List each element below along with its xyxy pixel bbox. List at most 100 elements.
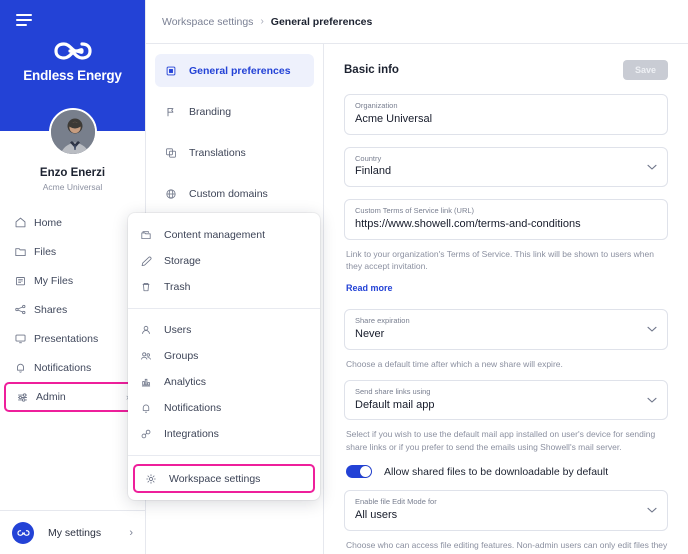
share-icon [14, 303, 31, 316]
chevron-down-icon [647, 326, 657, 333]
storage-icon [140, 255, 156, 267]
app-root: Endless Energy Enzo Enerzi Acme Universa… [0, 0, 688, 554]
field-label: Enable file Edit Mode for [355, 497, 437, 507]
flyout-item-label: Integrations [164, 428, 219, 440]
share-expiration-select[interactable]: Share expiration Never [344, 309, 668, 350]
sidebar-item-label: My Files [34, 274, 74, 287]
settings-nav-label: Custom domains [189, 187, 268, 200]
page-title: Basic info [344, 64, 399, 76]
my-settings-button[interactable]: My settings › [0, 510, 145, 554]
field-value: Default mail app [355, 398, 435, 411]
sidebar-item-shares[interactable]: Shares [0, 295, 145, 324]
field-value: All users [355, 508, 398, 521]
send-share-links-select[interactable]: Send share links using Default mail app [344, 379, 668, 421]
save-button[interactable]: Save [622, 60, 668, 80]
settings-nav-general-preferences[interactable]: General preferences [155, 54, 314, 87]
infinity-logo-icon [51, 38, 95, 64]
downloadable-toggle-row: Allow shared files to be downloadable by… [346, 465, 668, 479]
sidebar-nav: Home Files › My Files Shares [0, 208, 145, 412]
sidebar-item-label: Shares [34, 303, 68, 316]
read-more-link[interactable]: Read more [346, 283, 393, 293]
flyout-item-analytics[interactable]: Analytics [128, 369, 320, 395]
home-icon [14, 216, 31, 229]
presentation-icon [14, 332, 31, 345]
flyout-item-notifications[interactable]: Notifications [128, 395, 320, 421]
sidebar-item-home[interactable]: Home [0, 208, 145, 237]
flyout-item-content-management[interactable]: Content management [128, 222, 320, 248]
groups-icon [140, 350, 156, 362]
edit-mode-select[interactable]: Enable file Edit Mode for All users [344, 490, 668, 531]
content-management-icon [140, 229, 156, 241]
user-name: Enzo Enerzi [39, 167, 106, 179]
field-label: Custom Terms of Service link (URL) [355, 206, 475, 215]
field-value: Acme Universal [355, 112, 433, 125]
sidebar-item-label: Files [34, 245, 57, 258]
flyout-item-label: Analytics [164, 376, 207, 388]
brand-name: Endless Energy [23, 68, 122, 83]
share-expiration-helper-text: Choose a default time after which a new … [346, 358, 563, 369]
field-value: Finland [355, 165, 392, 178]
field-value: Never [355, 327, 385, 340]
field-label: Organization [355, 101, 398, 110]
user-org: Acme Universal [42, 182, 103, 192]
folder-icon [14, 245, 31, 258]
flyout-divider [128, 455, 320, 456]
bell-icon [140, 402, 156, 414]
organization-field[interactable]: Organization Acme Universal [344, 94, 668, 135]
flyout-item-label: Trash [164, 281, 191, 293]
breadcrumb-parent[interactable]: Workspace settings [162, 16, 253, 28]
sidebar-item-presentations[interactable]: Presentations [0, 324, 145, 353]
field-label: Share expiration [355, 316, 410, 326]
analytics-icon [140, 376, 156, 388]
flyout-divider [128, 308, 320, 309]
sidebar-item-notifications[interactable]: Notifications [0, 353, 145, 382]
downloadable-toggle-label: Allow shared files to be downloadable by… [384, 465, 609, 478]
basic-info-header: Basic info Save [344, 60, 668, 80]
general-preferences-form: Basic info Save Organization Acme Univer… [324, 44, 688, 554]
chevron-right-icon: › [260, 16, 264, 27]
field-label: Country [355, 153, 382, 163]
breadcrumb-current: General preferences [270, 15, 373, 28]
sidebar-item-admin[interactable]: Admin › [4, 382, 141, 412]
settings-nav-branding[interactable]: Branding [155, 95, 314, 128]
flyout-item-workspace-settings[interactable]: Workspace settings [133, 464, 315, 493]
chevron-down-icon [647, 397, 657, 404]
tos-link-field[interactable]: Custom Terms of Service link (URL) https… [344, 199, 668, 240]
sidebar-item-files[interactable]: Files › [0, 237, 145, 266]
chevron-down-icon [647, 507, 657, 514]
breadcrumb: Workspace settings › General preferences [146, 0, 688, 44]
country-select[interactable]: Country Finland [344, 146, 668, 187]
send-share-links-helper-text: Select if you wish to use the default ma… [346, 429, 656, 452]
user-icon [140, 324, 156, 336]
flyout-item-label: Workspace settings [169, 472, 261, 485]
downloadable-toggle[interactable] [346, 465, 372, 479]
edit-mode-helper-text: Choose who can access file editing featu… [346, 539, 668, 554]
settings-nav-label: Branding [189, 105, 232, 118]
gear-icon [145, 473, 161, 485]
flyout-item-trash[interactable]: Trash [128, 274, 320, 300]
bell-icon [14, 361, 31, 374]
hamburger-icon[interactable] [16, 14, 32, 26]
flyout-item-groups[interactable]: Groups [128, 343, 320, 369]
sidebar-item-my-files[interactable]: My Files [0, 266, 145, 295]
flyout-item-integrations[interactable]: Integrations [128, 421, 320, 447]
settings-nav-label: General preferences [189, 64, 291, 77]
flyout-item-label: Storage [164, 255, 201, 267]
preferences-icon [165, 65, 181, 77]
avatar[interactable] [0, 108, 145, 156]
flyout-item-label: Users [164, 324, 192, 336]
flyout-item-storage[interactable]: Storage [128, 248, 320, 274]
my-files-icon [14, 274, 31, 287]
settings-nav-translations[interactable]: Translations [155, 136, 314, 169]
chevron-down-icon [647, 163, 657, 170]
translations-icon [165, 147, 181, 159]
sidebar-item-label: Admin [36, 391, 66, 403]
infinity-logo-icon [12, 521, 34, 544]
sidebar-item-label: Presentations [34, 332, 99, 345]
settings-nav-custom-domains[interactable]: Custom domains [155, 177, 314, 210]
settings-nav-label: Translations [189, 146, 246, 159]
flyout-item-users[interactable]: Users [128, 317, 320, 343]
flyout-item-label: Notifications [164, 402, 222, 414]
tos-helper-text: Link to your organization's Terms of Ser… [346, 248, 654, 271]
